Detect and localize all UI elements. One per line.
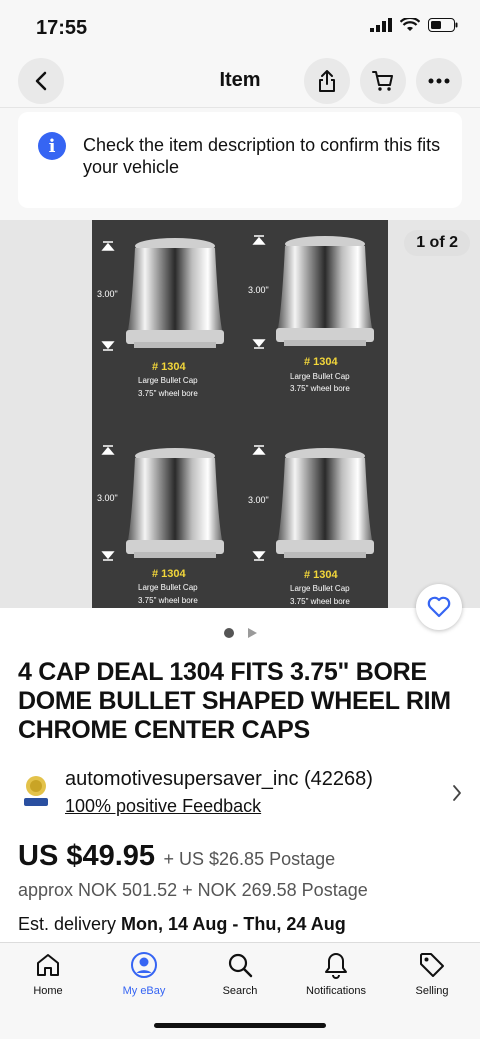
fitment-banner-text: Check the item description to confirm th… <box>83 135 441 177</box>
bell-icon <box>325 953 347 979</box>
product-photo: 3.00" 3.00" 3.00" 3.00" # 1304 # 1304 # … <box>97 235 374 606</box>
cap-bore-label: 3.75" wheel bore <box>290 597 350 606</box>
user-icon <box>131 952 157 978</box>
fitment-banner-wrap: i Check the item description to confirm … <box>0 108 480 220</box>
image-counter: 1 of 2 <box>404 230 470 256</box>
cap-desc-label: Large Bullet Cap <box>290 372 350 381</box>
delivery-dates: Mon, 14 Aug - Thu, 24 Aug <box>121 914 346 934</box>
pagination-dot-active[interactable] <box>224 628 234 638</box>
tab-selling[interactable]: Selling <box>384 951 480 997</box>
height-label: 3.00" <box>248 285 269 295</box>
height-label: 3.00" <box>97 289 118 299</box>
part-number-label: # 1304 <box>152 568 187 580</box>
approx-price: approx NOK 501.52 + NOK 269.58 Postage <box>18 880 368 900</box>
cap-bore-label: 3.75" wheel bore <box>138 596 198 605</box>
height-label: 3.00" <box>248 495 269 505</box>
tab-my-ebay[interactable]: My eBay <box>96 951 192 997</box>
product-image[interactable]: 3.00" 3.00" 3.00" 3.00" # 1304 # 1304 # … <box>92 220 388 608</box>
tab-search-label: Search <box>222 985 258 997</box>
postage-price: + US $26.85 Postage <box>163 849 336 869</box>
part-number-label: # 1304 <box>304 356 339 368</box>
part-number-label: # 1304 <box>304 569 339 581</box>
cap-desc-label: Large Bullet Cap <box>290 584 350 593</box>
nav-bar: Item <box>0 56 480 108</box>
cap-bore-label: 3.75" wheel bore <box>138 389 198 398</box>
watch-button[interactable] <box>416 584 462 630</box>
item-price: US $49.95 <box>18 840 156 872</box>
wifi-icon <box>400 18 420 31</box>
status-time: 17:55 <box>36 17 88 39</box>
part-number-label: # 1304 <box>152 361 187 373</box>
heart-icon <box>427 596 451 618</box>
more-icon <box>428 78 450 84</box>
home-indicator <box>154 1023 326 1028</box>
cart-icon <box>372 71 393 91</box>
search-icon <box>228 953 253 978</box>
home-icon <box>37 954 59 976</box>
page-title: Item <box>219 69 261 91</box>
tab-search[interactable]: Search <box>192 951 288 997</box>
share-icon <box>319 70 335 92</box>
status-bar: 17:55 <box>0 0 480 56</box>
cart-button[interactable] <box>360 58 406 104</box>
fitment-banner: i Check the item description to confirm … <box>18 112 462 208</box>
height-label: 3.00" <box>97 493 118 503</box>
chevron-right-icon <box>453 785 461 801</box>
cap-desc-label: Large Bullet Cap <box>138 583 198 592</box>
cap-bore-label: 3.75" wheel bore <box>290 384 350 393</box>
delivery-prefix: Est. delivery <box>18 914 122 934</box>
seller-feedback-link[interactable]: 100% positive Feedback <box>65 796 261 817</box>
info-icon: i <box>38 132 66 160</box>
signal-icon <box>370 18 392 32</box>
tab-notifications[interactable]: Notifications <box>288 951 384 997</box>
estimated-delivery: Est. delivery Mon, 14 Aug - Thu, 24 Aug <box>18 914 346 935</box>
play-icon[interactable] <box>246 627 258 639</box>
tab-selling-label: Selling <box>415 985 449 997</box>
image-gallery[interactable]: 3.00" 3.00" 3.00" 3.00" # 1304 # 1304 # … <box>0 220 480 608</box>
tag-icon <box>420 953 444 977</box>
tab-notifications-label: Notifications <box>306 985 366 997</box>
gallery-pagination <box>224 627 258 639</box>
battery-icon <box>428 18 458 32</box>
price-row: US $49.95 + US $26.85 Postage <box>18 840 335 873</box>
cap-desc-label: Large Bullet Cap <box>138 376 198 385</box>
tab-home[interactable]: Home <box>0 951 96 997</box>
seller-logo-icon <box>24 776 48 806</box>
seller-row[interactable]: automotivesupersaver_inc (42268) 100% po… <box>18 768 468 822</box>
share-button[interactable] <box>304 58 350 104</box>
status-icons <box>370 18 458 32</box>
more-button[interactable] <box>416 58 462 104</box>
seller-name[interactable]: automotivesupersaver_inc (42268) <box>65 768 373 791</box>
tab-my-ebay-label: My eBay <box>122 985 166 997</box>
listing-title: 4 CAP DEAL 1304 FITS 3.75" BORE DOME BUL… <box>18 658 451 744</box>
tab-home-label: Home <box>33 985 63 997</box>
